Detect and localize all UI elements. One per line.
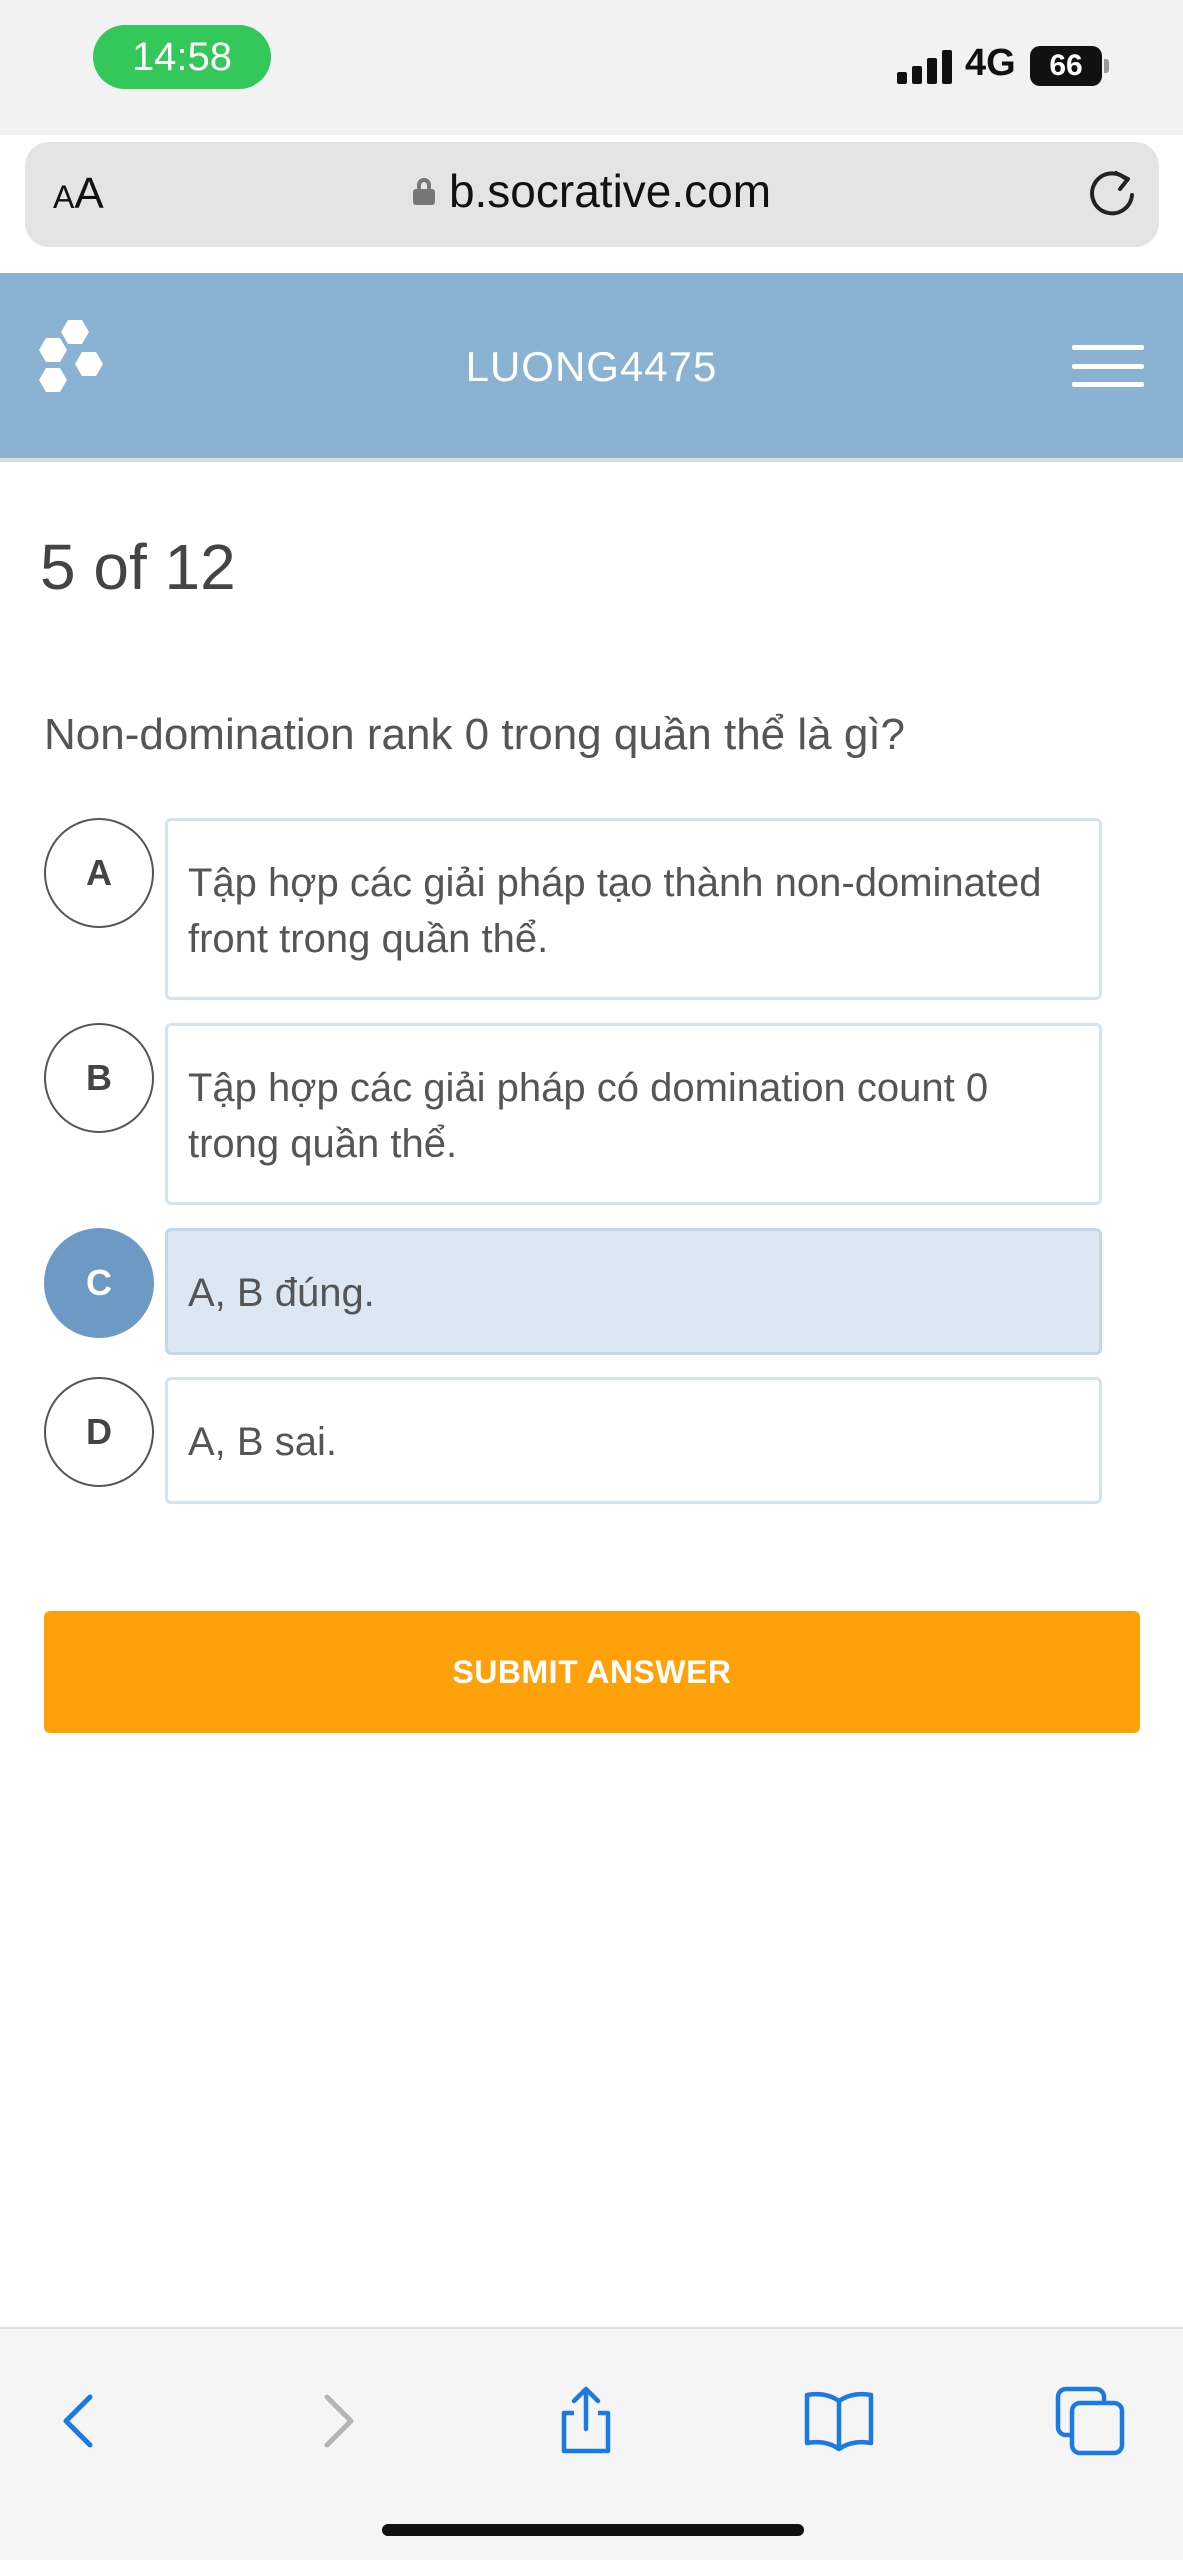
battery-level: 66 [1049,49,1083,82]
share-icon[interactable] [546,2381,626,2461]
option-letter-c[interactable]: C [44,1228,154,1338]
tabs-icon[interactable] [1050,2381,1130,2461]
question-text: Non-domination rank 0 trong quần thể là … [44,710,906,759]
back-icon[interactable] [40,2381,120,2461]
app-header: LUONG4475 [0,273,1183,458]
room-name: LUONG4475 [465,343,718,390]
answer-option-d[interactable]: D A, B sai. [44,1377,1102,1504]
reload-icon[interactable] [1082,165,1142,225]
lock-icon [412,178,435,205]
option-text-a[interactable]: Tập hợp các giải pháp tạo thành non-domi… [165,818,1102,1000]
bookmarks-icon[interactable] [799,2381,879,2461]
option-text-c[interactable]: A, B đúng. [165,1228,1102,1355]
url-text: b.socrative.com [448,165,772,217]
option-letter-b[interactable]: B [44,1023,154,1133]
network-type: 4G [965,42,1016,84]
submit-answer-button[interactable]: SUBMIT ANSWER [44,1611,1140,1733]
header-divider [0,458,1183,462]
hamburger-menu-icon[interactable] [1072,345,1144,387]
answer-option-c[interactable]: C A, B đúng. [44,1228,1102,1355]
answer-option-b[interactable]: B Tập hợp các giải pháp có domination co… [44,1023,1102,1205]
status-bar: 14:58 4G 66 [0,0,1183,135]
option-text-d[interactable]: A, B sai. [165,1377,1102,1504]
address-bar[interactable]: AA b.socrative.com [25,142,1159,247]
home-indicator [382,2524,804,2536]
forward-icon[interactable] [297,2381,377,2461]
option-letter-d[interactable]: D [44,1377,154,1487]
battery-cap [1104,59,1109,73]
battery-icon: 66 [1030,46,1102,86]
option-letter-a[interactable]: A [44,818,154,928]
signal-strength-icon [897,48,953,84]
url-display[interactable]: b.socrative.com [25,164,1159,218]
status-time[interactable]: 14:58 [93,25,271,89]
question-progress: 5 of 12 [40,531,236,603]
answer-option-a[interactable]: A Tập hợp các giải pháp tạo thành non-do… [44,818,1102,1000]
option-text-b[interactable]: Tập hợp các giải pháp có domination coun… [165,1023,1102,1205]
